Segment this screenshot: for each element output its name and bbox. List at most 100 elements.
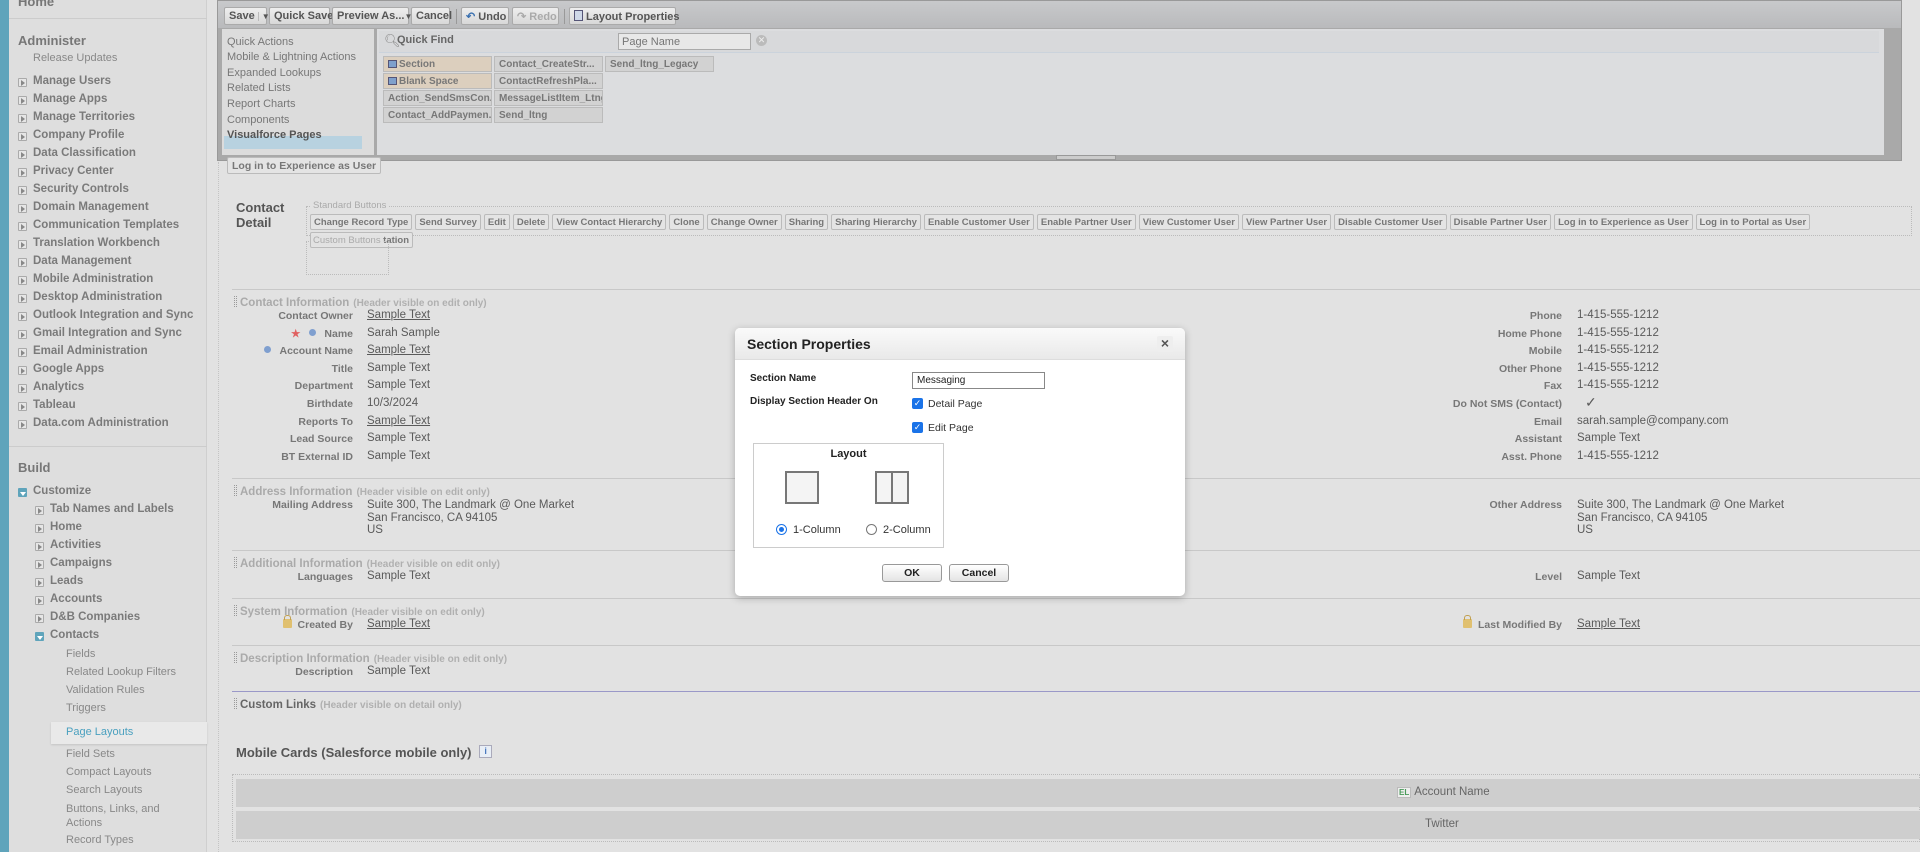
palette-category[interactable]: Mobile & Lightning Actions — [227, 51, 356, 63]
palette-resize-handle[interactable] — [1056, 155, 1116, 160]
sidebar-item[interactable]: Tab Names and Labels — [50, 503, 174, 515]
sidebar-subitem[interactable]: Record Types — [66, 834, 134, 846]
sidebar-item[interactable]: Google Apps — [33, 363, 104, 375]
drag-handle-icon[interactable] — [234, 698, 237, 709]
section-name-input[interactable] — [912, 372, 1045, 389]
collapse-icon[interactable] — [35, 632, 44, 641]
standard-button[interactable]: Enable Partner User — [1036, 214, 1136, 230]
palette-category[interactable]: Related Lists — [227, 82, 291, 94]
collapse-icon[interactable] — [18, 488, 27, 497]
quick-find-input[interactable] — [618, 33, 751, 50]
palette-item[interactable]: Blank Space — [383, 73, 492, 89]
palette-item[interactable]: Send_ltng_Legacy — [605, 56, 714, 72]
sidebar-home[interactable]: Home — [18, 0, 54, 9]
sidebar-item[interactable]: Company Profile — [33, 129, 124, 141]
sidebar-item[interactable]: Analytics — [33, 381, 84, 393]
expand-icon[interactable] — [18, 330, 27, 339]
sidebar-subitem[interactable]: Compact Layouts — [66, 766, 152, 778]
expand-icon[interactable] — [18, 186, 27, 195]
expand-icon[interactable] — [18, 312, 27, 321]
ok-button[interactable]: OK — [882, 564, 942, 582]
expand-icon[interactable] — [35, 614, 44, 623]
field-value[interactable]: Sample Text — [1577, 618, 1640, 631]
expand-icon[interactable] — [18, 366, 27, 375]
sidebar-item[interactable]: Communication Templates — [33, 219, 179, 231]
expand-icon[interactable] — [35, 542, 44, 551]
detail-page-checkbox[interactable]: ✓ — [912, 398, 923, 409]
close-icon[interactable]: × — [1157, 336, 1173, 352]
expand-icon[interactable] — [18, 96, 27, 105]
sidebar-item[interactable]: Manage Apps — [33, 93, 107, 105]
sidebar-item[interactable]: Translation Workbench — [33, 237, 160, 249]
expand-icon[interactable] — [18, 114, 27, 123]
field-value[interactable]: Sample Text — [367, 309, 430, 322]
section-header[interactable]: Custom Links (Header visible on detail on… — [234, 695, 462, 713]
standard-button[interactable]: View Customer User — [1138, 214, 1239, 230]
field-value[interactable]: Sample Text — [367, 344, 430, 357]
palette-item[interactable]: Action_SendSmsCon... — [383, 90, 492, 106]
palette-category[interactable]: Components — [227, 114, 289, 126]
standard-button[interactable]: Enable Customer User — [923, 214, 1034, 230]
one-column-radio[interactable] — [776, 524, 787, 535]
drag-handle-icon[interactable] — [234, 652, 237, 663]
sidebar-item[interactable]: Domain Management — [33, 201, 149, 213]
sidebar-item[interactable]: Manage Users — [33, 75, 111, 87]
one-column-icon[interactable] — [785, 471, 819, 504]
sidebar-item[interactable]: Manage Territories — [33, 111, 135, 123]
undo-button[interactable]: ↶ Undo — [461, 7, 509, 25]
standard-button[interactable]: Disable Partner User — [1449, 214, 1552, 230]
sidebar-subitem[interactable]: Related Lookup Filters — [66, 666, 176, 678]
expand-icon[interactable] — [18, 204, 27, 213]
expand-icon[interactable] — [18, 276, 27, 285]
sidebar-subitem[interactable]: Page Layouts — [66, 726, 133, 738]
sidebar-subitem[interactable]: Fields — [66, 648, 95, 660]
mobile-card[interactable]: Twitter — [236, 811, 1920, 839]
sidebar-item[interactable]: Data Management — [33, 255, 131, 267]
drag-handle-icon[interactable] — [234, 296, 237, 307]
info-icon[interactable]: i — [479, 745, 493, 758]
save-button[interactable]: Save ▼ — [224, 7, 270, 25]
palette-category[interactable]: Quick Actions — [227, 36, 294, 48]
standard-button[interactable]: Send Survey — [415, 214, 481, 230]
sidebar-item-contacts[interactable]: Contacts — [50, 629, 99, 641]
sidebar-subitem[interactable]: Search Layouts — [66, 784, 142, 796]
expand-icon[interactable] — [35, 506, 44, 515]
expand-icon[interactable] — [18, 402, 27, 411]
expand-icon[interactable] — [18, 258, 27, 267]
sidebar-item[interactable]: Accounts — [50, 593, 102, 605]
cancel-dialog-button[interactable]: Cancel — [949, 564, 1009, 582]
standard-button[interactable]: Clone — [669, 214, 704, 230]
standard-button[interactable]: Edit — [483, 214, 510, 230]
palette-item[interactable]: Contact_CreateStr... — [494, 56, 603, 72]
sidebar-item[interactable]: D&B Companies — [50, 611, 140, 623]
expand-icon[interactable] — [18, 168, 27, 177]
palette-category[interactable]: Visualforce Pages — [227, 129, 322, 141]
expand-icon[interactable] — [18, 150, 27, 159]
expand-icon[interactable] — [18, 420, 27, 429]
standard-button[interactable]: View Partner User — [1241, 214, 1332, 230]
standard-button[interactable]: Delete — [512, 214, 550, 230]
sidebar-item[interactable]: Data.com Administration — [33, 417, 169, 429]
standard-button[interactable]: Sharing Hierarchy — [831, 214, 921, 230]
palette-category[interactable]: Buttons — [227, 29, 264, 32]
sidebar-item[interactable]: Release Updates — [33, 52, 117, 64]
expand-icon[interactable] — [18, 78, 27, 87]
standard-button[interactable]: Log in to Portal as User — [1695, 214, 1811, 230]
sidebar-subitem[interactable]: Triggers — [66, 702, 106, 714]
standard-button[interactable]: Sharing — [784, 214, 829, 230]
cancel-button[interactable]: Cancel — [411, 7, 452, 25]
standard-button[interactable]: View Contact Hierarchy — [552, 214, 667, 230]
palette-item[interactable]: Send_ltng — [494, 107, 603, 123]
palette-category[interactable]: Report Charts — [227, 98, 295, 110]
section-header[interactable]: Contact Information (Header visible on ed… — [234, 293, 487, 311]
section-header[interactable]: System Information (Header visible on edi… — [234, 602, 485, 620]
expand-icon[interactable] — [18, 294, 27, 303]
mobile-card[interactable]: EL Account Name — [236, 779, 1920, 807]
section-header[interactable]: Address Information (Header visible on ed… — [234, 482, 490, 500]
standard-button[interactable]: Log in to Experience as User — [1554, 214, 1693, 230]
expand-icon[interactable] — [18, 222, 27, 231]
two-column-radio[interactable] — [866, 524, 877, 535]
sidebar-item[interactable]: Security Controls — [33, 183, 129, 195]
layout-properties-button[interactable]: Layout Properties — [569, 7, 680, 25]
clear-search-icon[interactable]: ✕ — [756, 35, 767, 46]
